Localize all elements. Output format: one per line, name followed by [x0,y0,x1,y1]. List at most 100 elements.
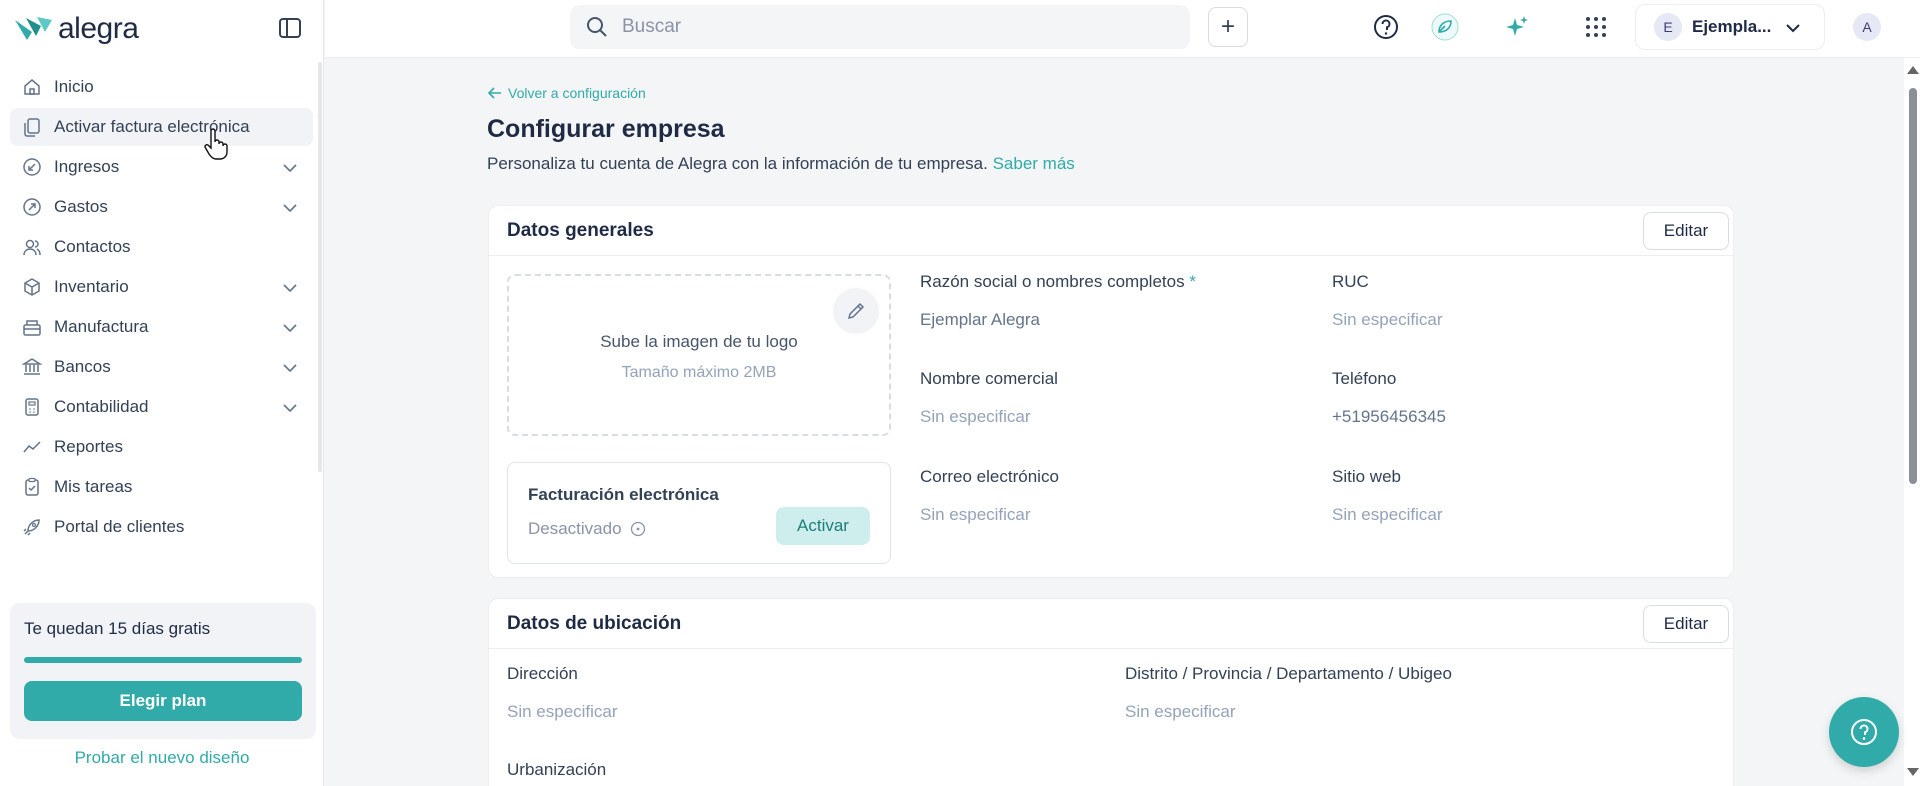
card-header: Datos generales Editar [489,206,1733,256]
general-data-card: Datos generales Editar Sube la imagen de… [488,205,1734,578]
sidebar-toggle-icon[interactable] [277,15,303,41]
company-name: Ejempla... [1692,17,1772,36]
logo-row: alegra [0,0,323,58]
sidebar-scrollbar[interactable] [318,62,322,472]
field-value: Sin especificar [920,505,1031,524]
field-value: Sin especificar [1332,310,1443,329]
field-value: Ejemplar Alegra [920,310,1041,329]
logo-upload-area[interactable]: Sube la imagen de tu logo Tamaño máximo … [507,274,891,436]
chevron-down-icon [1786,24,1800,33]
add-button[interactable]: + [1208,7,1248,47]
sidebar-item-label: Reportes [54,437,123,456]
clipboard-icon [25,477,39,496]
chevron-down-icon[interactable] [281,159,299,177]
chevron-down-icon[interactable] [281,319,299,337]
calculator-icon [25,398,39,416]
apps-grid-icon[interactable] [1582,13,1610,41]
leaf-icon[interactable] [1431,13,1459,41]
subtitle-text: Personaliza tu cuenta de Alegra con la i… [487,154,988,173]
einvoice-status-text: Desactivado [528,519,622,538]
sidebar-nav: Inicio Activar factura electrónica Ingre… [0,58,323,546]
sidebar-item-manufactura[interactable]: Manufactura [10,308,313,346]
field-value: +51956456345 [1332,407,1446,426]
scroll-up-arrow-icon[interactable] [1907,66,1919,74]
chevron-down-icon[interactable] [281,279,299,297]
field-razon-social: Razón social o nombres completos * Ejemp… [920,272,1196,330]
card-title: Datos generales [507,219,654,241]
field-distrito: Distrito / Provincia / Departamento / Ub… [1125,664,1452,722]
trial-panel: Te quedan 15 días gratis Elegir plan [10,603,316,739]
pencil-icon [847,302,865,320]
upload-size-hint: Tamaño máximo 2MB [621,364,777,381]
try-new-design-link[interactable]: Probar el nuevo diseño [0,748,324,768]
page-scrollbar[interactable] [1904,58,1920,786]
field-sitio-web: Sitio web Sin especificar [1332,467,1443,525]
einvoice-panel: Facturación electrónica Desactivado Acti… [507,462,891,564]
field-label: Nombre comercial [920,369,1058,388]
field-value: Sin especificar [507,702,618,721]
field-label: Sitio web [1332,467,1401,486]
search-placeholder: Buscar [622,16,682,37]
field-ruc: RUC Sin especificar [1332,272,1443,330]
sidebar-item-label: Mis tareas [54,477,133,496]
user-avatar[interactable]: A [1853,13,1881,41]
alegra-logo-icon[interactable] [12,14,54,44]
factory-icon [23,320,41,336]
field-urbanizacion: Urbanización [507,760,606,780]
card-header: Datos de ubicación Editar [489,599,1733,649]
page-title: Configurar empresa [487,115,725,143]
sidebar-item-label: Gastos [54,197,108,216]
help-circle-icon[interactable] [1372,13,1400,41]
home-icon [24,79,40,95]
sidebar-item-mis-tareas[interactable]: Mis tareas [10,468,313,506]
chevron-down-icon[interactable] [281,199,299,217]
edit-location-button[interactable]: Editar [1643,605,1729,643]
chevron-down-icon[interactable] [281,399,299,417]
scroll-down-arrow-icon[interactable] [1907,768,1919,776]
field-label: RUC [1332,272,1369,291]
contacts-icon [23,239,41,256]
sidebar-item-contactos[interactable]: Contactos [10,228,313,266]
field-correo: Correo electrónico Sin especificar [920,467,1059,525]
bank-icon [22,358,42,375]
back-to-settings-link[interactable]: Volver a configuración [488,85,646,101]
activate-einvoice-button[interactable]: Activar [776,507,870,545]
sidebar-item-gastos[interactable]: Gastos [10,188,313,226]
scrollbar-thumb[interactable] [1909,88,1917,484]
documents-icon [24,118,40,137]
income-icon [23,158,41,176]
required-marker: * [1189,272,1196,291]
help-floating-button[interactable] [1829,697,1899,767]
sidebar-item-label: Inventario [54,277,129,296]
sidebar-item-ingresos[interactable]: Ingresos [10,148,313,186]
search-input[interactable]: Buscar [570,5,1190,49]
info-circle-icon[interactable] [630,521,646,537]
sidebar-item-label: Bancos [54,357,111,376]
field-label: Correo electrónico [920,467,1059,486]
learn-more-link[interactable]: Saber más [993,154,1075,173]
field-label: Razón social o nombres completos * [920,272,1196,292]
sidebar-item-bancos[interactable]: Bancos [10,348,313,386]
company-avatar: E [1654,13,1682,41]
sidebar-item-label: Contactos [54,237,131,256]
choose-plan-button[interactable]: Elegir plan [24,681,302,721]
edit-general-button[interactable]: Editar [1643,212,1729,250]
sidebar-item-contabilidad[interactable]: Contabilidad [10,388,313,426]
trial-progress-bar [24,657,302,663]
chevron-down-icon[interactable] [281,359,299,377]
edit-logo-button[interactable] [833,288,879,334]
sidebar-item-label: Manufactura [54,317,149,336]
topbar: Buscar + E Ejempla... A [325,0,1920,58]
sidebar-item-activar-factura[interactable]: Activar factura electrónica [10,108,313,146]
sidebar-item-inventario[interactable]: Inventario [10,268,313,306]
box-icon [24,278,40,296]
field-direccion: Dirección Sin especificar [507,664,618,722]
field-label: Dirección [507,664,578,683]
company-selector[interactable]: E Ejempla... [1635,4,1825,50]
hand-cursor-icon [204,128,228,160]
sidebar-item-reportes[interactable]: Reportes [10,428,313,466]
sidebar-item-inicio[interactable]: Inicio [10,68,313,106]
sidebar-item-portal-clientes[interactable]: Portal de clientes [10,508,313,546]
sparkles-icon[interactable] [1503,13,1531,41]
field-label: Distrito / Provincia / Departamento / Ub… [1125,664,1452,683]
